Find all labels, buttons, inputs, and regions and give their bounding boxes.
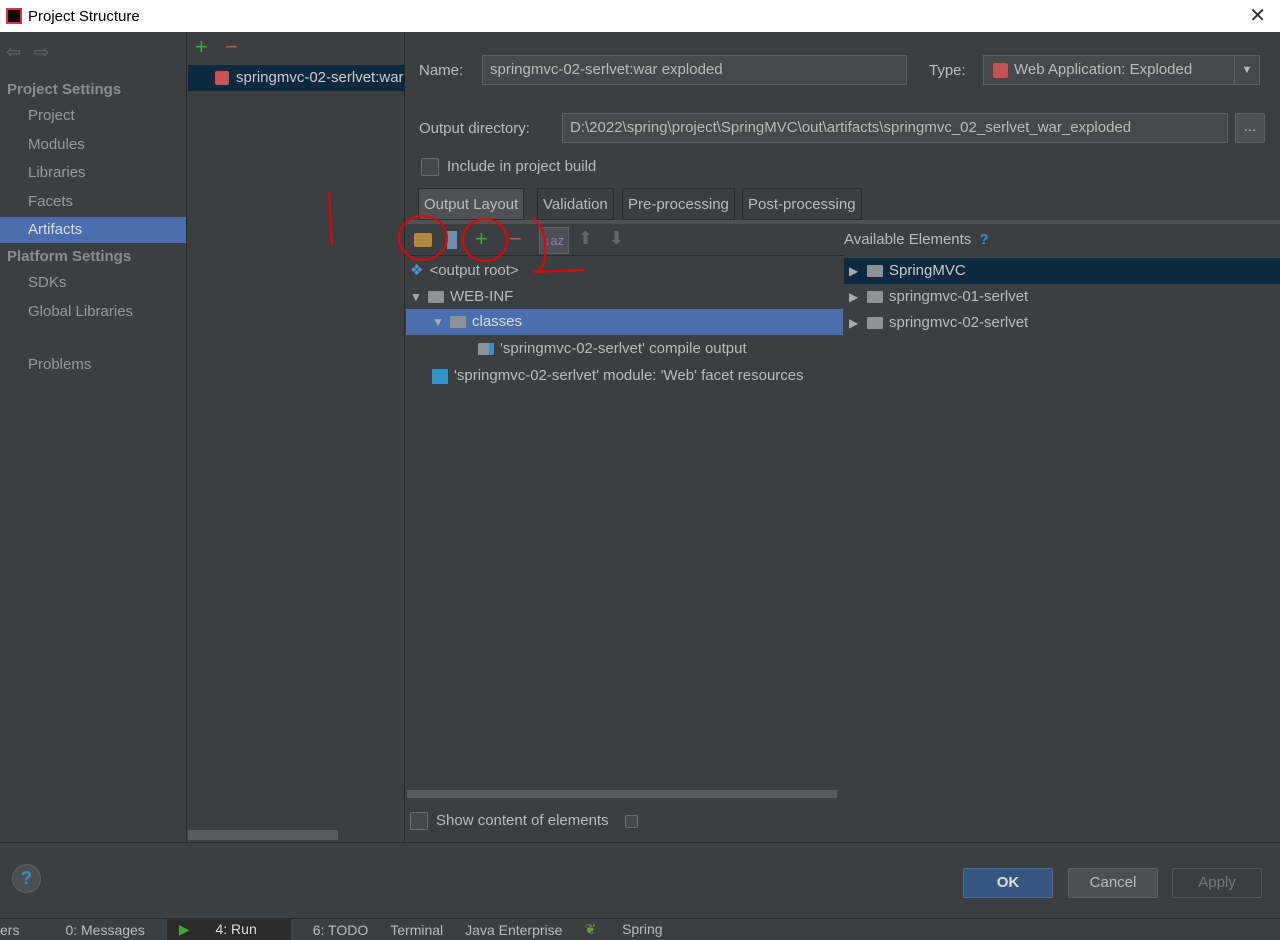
- annotation-underline: [532, 217, 586, 273]
- annotation-one-mark: [328, 191, 333, 247]
- red-annotations: [328, 191, 586, 273]
- annotation-circle-folder: [398, 215, 448, 261]
- annotation-circle-add: [462, 218, 508, 262]
